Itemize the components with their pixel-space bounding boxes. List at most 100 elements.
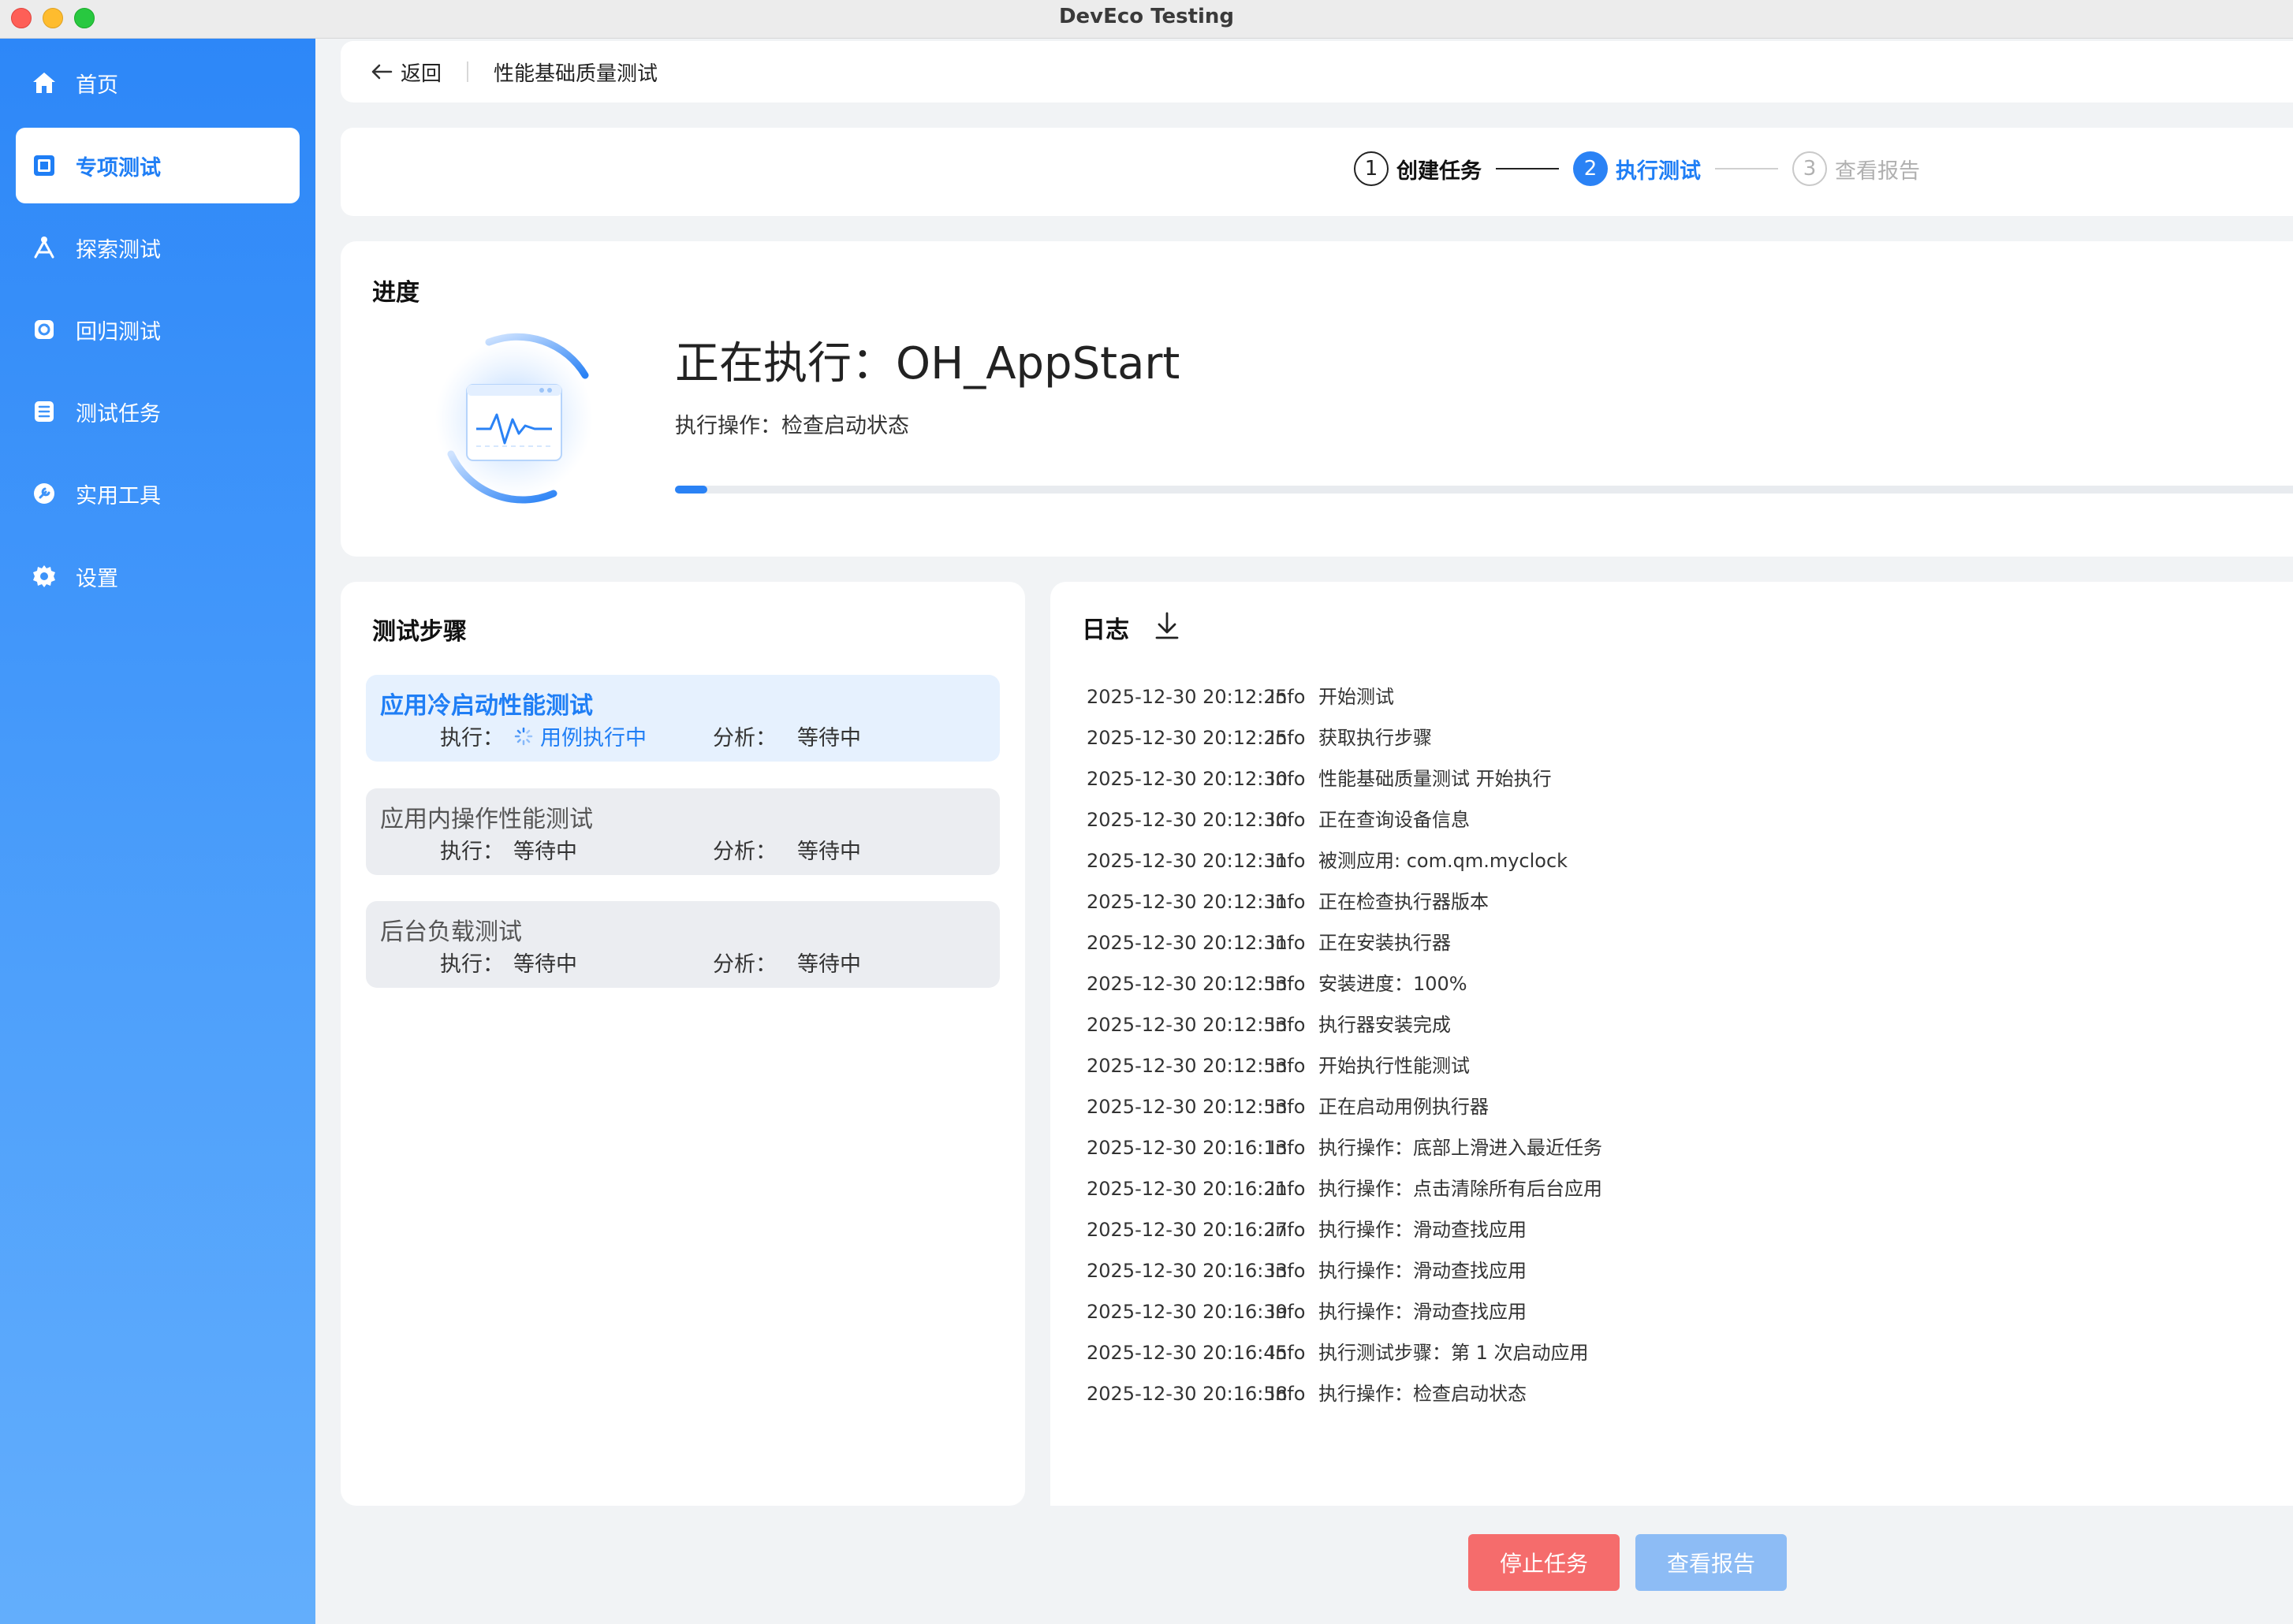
log-line: 2025-12-30 20:12:25Info 获取执行步骤 — [1087, 717, 1602, 758]
sidebar-item-explore[interactable]: 探索测试 — [16, 210, 300, 285]
log-line: 2025-12-30 20:12:31Info 被测应用: com.qm.mycl… — [1087, 840, 1602, 881]
step-1-label: 创建任务 — [1396, 158, 1482, 184]
page-title: 性能基础质量测试 — [494, 61, 658, 86]
step-3-number: 3 — [1792, 151, 1827, 186]
log-message: 正在安装执行器 — [1318, 932, 1451, 954]
test-step-item[interactable]: 后台负载测试 执行： 等待中 分析： 等待中 — [366, 901, 1000, 988]
special-test-icon — [30, 151, 58, 180]
log-timestamp: 2025-12-30 20:16:21 — [1087, 1178, 1288, 1200]
log-level: Info — [1270, 1055, 1306, 1077]
log-level: Info — [1270, 1096, 1306, 1118]
log-timestamp: 2025-12-30 20:12:25 — [1087, 727, 1288, 749]
log-message: 开始执行性能测试 — [1318, 1055, 1470, 1077]
exec-status-row: 执行： 等待中 — [440, 947, 577, 978]
log-level: Info — [1270, 1137, 1306, 1159]
log-message: 正在检查执行器版本 — [1318, 891, 1489, 913]
log-level: Info — [1270, 1301, 1306, 1323]
task-list-icon — [30, 397, 58, 426]
breadcrumb-divider — [467, 61, 469, 82]
analysis-status: 等待中 — [797, 952, 861, 977]
step-3-label: 查看报告 — [1835, 158, 1920, 184]
analysis-status-row: 分析： 等待中 — [713, 721, 861, 751]
log-line: 2025-12-30 20:12:53Info 开始执行性能测试 — [1087, 1045, 1602, 1086]
log-level: Info — [1270, 727, 1306, 749]
step-2-label: 执行测试 — [1616, 158, 1701, 184]
title-bar: DevEco Testing — [0, 0, 2293, 39]
log-line: 2025-12-30 20:12:31Info 正在安装执行器 — [1087, 922, 1602, 963]
log-level: Info — [1270, 1014, 1306, 1036]
sidebar-item-label: 实用工具 — [76, 483, 161, 508]
log-level: Info — [1270, 973, 1306, 995]
log-line: 2025-12-30 20:12:53Info 安装进度：100% — [1087, 963, 1602, 1004]
step-1-number: 1 — [1354, 151, 1389, 186]
stop-task-button[interactable]: 停止任务 — [1468, 1534, 1620, 1591]
log-line: 2025-12-30 20:12:53Info 正在启动用例执行器 — [1087, 1086, 1602, 1127]
log-timestamp: 2025-12-30 20:12:31 — [1087, 891, 1288, 913]
breadcrumb: 返回 性能基础质量测试 — [341, 41, 2293, 102]
log-message: 执行操作：滑动查找应用 — [1318, 1301, 1527, 1323]
sidebar-item-home[interactable]: 首页 — [16, 45, 300, 121]
test-steps-title: 测试步骤 — [372, 618, 467, 646]
sidebar-item-label: 设置 — [76, 566, 118, 591]
exec-label: 执行： — [440, 952, 504, 977]
log-title: 日志 — [1082, 616, 1129, 644]
sidebar-item-label: 首页 — [76, 73, 118, 98]
test-step-item[interactable]: 应用内操作性能测试 执行： 等待中 分析： 等待中 — [366, 788, 1000, 875]
tool-icon — [30, 479, 58, 508]
current-operation: 执行操作：检查启动状态 — [675, 414, 909, 438]
log-timestamp: 2025-12-30 20:12:31 — [1087, 850, 1288, 872]
log-message: 执行测试步骤：第 1 次启动应用 — [1318, 1342, 1589, 1364]
log-timestamp: 2025-12-30 20:12:53 — [1087, 1055, 1288, 1077]
log-level: Info — [1270, 1383, 1306, 1405]
back-button[interactable]: 返回 — [371, 58, 442, 87]
log-message: 被测应用: com.qm.myclock — [1318, 850, 1568, 872]
log-timestamp: 2025-12-30 20:16:58 — [1087, 1383, 1288, 1405]
exec-label: 执行： — [440, 726, 504, 751]
home-icon — [30, 69, 58, 97]
log-timestamp: 2025-12-30 20:12:31 — [1087, 932, 1288, 954]
log-timestamp: 2025-12-30 20:16:33 — [1087, 1260, 1288, 1282]
sidebar-item-label: 探索测试 — [76, 237, 161, 263]
log-level: Info — [1270, 850, 1306, 872]
sidebar-item-settings[interactable]: 设置 — [16, 538, 300, 614]
sidebar-item-test-tasks[interactable]: 测试任务 — [16, 374, 300, 449]
log-message: 执行操作：点击清除所有后台应用 — [1318, 1178, 1602, 1200]
log-line: 2025-12-30 20:16:58Info 执行操作：检查启动状态 — [1087, 1373, 1602, 1414]
exec-status: 等待中 — [513, 840, 577, 864]
view-report-button[interactable]: 查看报告 — [1635, 1534, 1787, 1591]
execution-illustration — [427, 328, 601, 509]
log-timestamp: 2025-12-30 20:16:13 — [1087, 1137, 1288, 1159]
log-line: 2025-12-30 20:12:30Info 正在查询设备信息 — [1087, 799, 1602, 840]
log-message: 执行操作：底部上滑进入最近任务 — [1318, 1137, 1602, 1159]
log-level: Info — [1270, 891, 1306, 913]
log-message: 执行操作：检查启动状态 — [1318, 1383, 1527, 1405]
sidebar-item-special-test[interactable]: 专项测试 — [16, 128, 300, 203]
analysis-label: 分析： — [713, 952, 777, 977]
log-level: Info — [1270, 1260, 1306, 1282]
log-message: 正在查询设备信息 — [1318, 809, 1470, 831]
download-icon[interactable] — [1153, 611, 1181, 644]
analysis-status-row: 分析： 等待中 — [713, 834, 861, 865]
sidebar-item-tools[interactable]: 实用工具 — [16, 456, 300, 531]
stepper: 1 创建任务 2 执行测试 3 查看报告 — [1354, 151, 1920, 186]
test-step-item[interactable]: 应用冷启动性能测试 执行： 用例执行中 分析： 等待中 — [366, 675, 1000, 762]
log-timestamp: 2025-12-30 20:12:25 — [1087, 686, 1288, 708]
exec-status-text: 用例执行中 — [540, 726, 647, 751]
exec-status-row: 执行： 等待中 — [440, 834, 577, 865]
test-step-name: 应用冷启动性能测试 — [380, 692, 593, 720]
log-line: 2025-12-30 20:16:39Info 执行操作：滑动查找应用 — [1087, 1291, 1602, 1332]
sidebar-item-regression[interactable]: 回归测试 — [16, 292, 300, 367]
log-timestamp: 2025-12-30 20:12:30 — [1087, 809, 1288, 831]
log-level: Info — [1270, 1342, 1306, 1364]
log-header: 日志 — [1082, 610, 1181, 645]
progress-bar-fill — [675, 486, 708, 494]
log-timestamp: 2025-12-30 20:16:27 — [1087, 1219, 1288, 1241]
log-message: 正在启动用例执行器 — [1318, 1096, 1489, 1118]
back-label: 返回 — [401, 61, 442, 86]
log-timestamp: 2025-12-30 20:16:45 — [1087, 1342, 1288, 1364]
log-message: 执行器安装完成 — [1318, 1014, 1451, 1036]
log-line: 2025-12-30 20:12:30Info 性能基础质量测试 开始执行 — [1087, 758, 1602, 799]
analysis-label: 分析： — [713, 726, 777, 751]
log-line: 2025-12-30 20:12:53Info 执行器安装完成 — [1087, 1004, 1602, 1045]
stepper-card: 1 创建任务 2 执行测试 3 查看报告 — [341, 128, 2293, 216]
